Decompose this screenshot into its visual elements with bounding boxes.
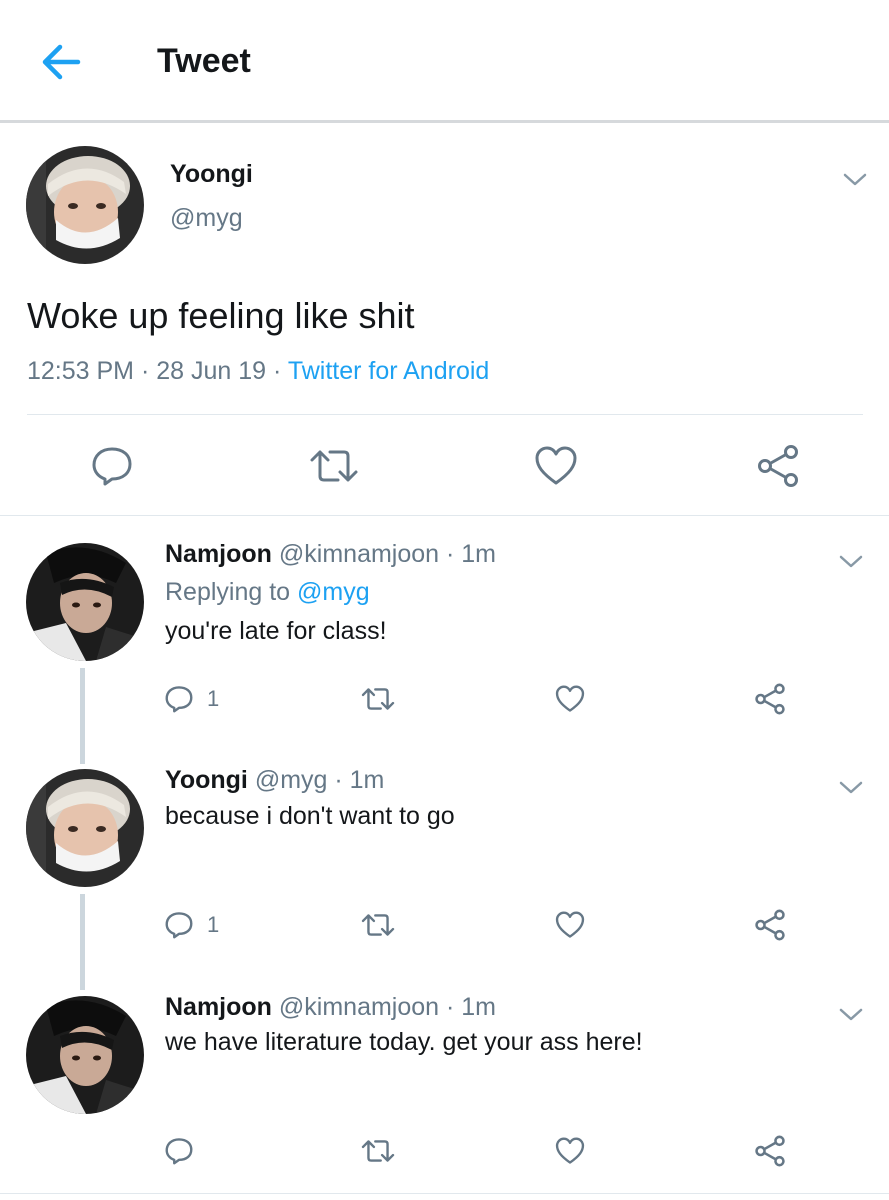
reply-button[interactable] [90,444,134,488]
reply-text: you're late for class! [165,617,387,645]
tweet-time: 12:53 PM [27,357,135,385]
top-bar: Tweet [0,0,889,123]
author-name[interactable]: Yoongi [165,766,248,794]
chevron-down-icon [839,1008,863,1021]
author-handle[interactable]: @myg [170,204,243,233]
share-button[interactable] [756,444,800,488]
tweet-menu-button[interactable] [836,778,866,798]
share-button[interactable] [754,1135,786,1167]
reply-time: 1m [461,993,497,1021]
avatar-photo [26,769,144,887]
author-name[interactable]: Namjoon [165,993,272,1021]
meta-separator: · [266,357,288,385]
chevron-down-icon [839,781,863,794]
arrow-left-icon [42,44,81,80]
heart-icon [555,685,585,712]
thread-connector [80,894,85,990]
reply-text: because i don't want to go [165,802,455,830]
replying-to: Replying to @myg [165,578,370,607]
heart-icon [555,911,585,938]
author-handle[interactable]: @kimnamjoon [279,540,439,568]
retweet-button[interactable] [360,684,396,714]
tweet-text: Woke up feeling like shit [27,295,415,336]
reply-header: Namjoon @kimnamjoon · 1m [165,540,496,569]
reply-button[interactable] [164,1136,194,1166]
heart-icon [555,1137,585,1164]
author-handle[interactable]: @myg [255,766,328,794]
avatar-photo [26,146,144,264]
heart-icon [535,446,577,485]
avatar[interactable] [26,769,144,887]
meta-separator: · [327,766,350,794]
reply-time: 1m [349,766,385,794]
chevron-down-icon [839,555,863,568]
tweet-menu-button[interactable] [840,170,870,190]
avatar[interactable] [26,543,144,661]
page-title: Tweet [157,42,251,80]
retweet-icon [361,1140,395,1162]
author-name[interactable]: Yoongi [170,160,253,189]
like-button[interactable] [555,1136,585,1166]
tweet-date: 28 Jun 19 [156,357,267,385]
meta-separator: · [134,357,157,385]
share-icon [758,445,798,487]
back-button[interactable] [36,36,88,88]
meta-separator: · [439,540,462,568]
share-icon [755,683,785,715]
avatar-photo [26,543,144,661]
tweet-menu-button[interactable] [836,1005,866,1025]
replying-prefix: Replying to [165,578,291,606]
comment-icon [165,912,193,939]
like-button[interactable] [555,910,585,940]
reply-count: 1 [207,686,220,711]
share-button[interactable] [754,909,786,941]
avatar-photo [26,996,144,1114]
replying-to-link[interactable]: @myg [297,578,370,606]
tweet-metadata: 12:53 PM · 28 Jun 19 · Twitter for Andro… [27,357,489,386]
share-icon [755,1135,785,1167]
comment-icon [165,1138,193,1165]
avatar[interactable] [26,146,144,264]
reply-count: 1 [207,912,220,937]
tweet-source-link[interactable]: Twitter for Android [288,357,489,385]
reply-text: we have literature today. get your ass h… [165,1028,643,1056]
divider [0,515,889,516]
reply-header: Yoongi @myg · 1m [165,766,384,795]
retweet-button[interactable] [360,910,396,940]
reply-button[interactable] [164,684,194,714]
retweet-icon [361,688,395,710]
retweet-icon [361,914,395,936]
thread-connector [80,668,85,764]
tweet-menu-button[interactable] [836,552,866,572]
like-button[interactable] [555,684,585,714]
divider [27,414,863,415]
comment-icon [92,447,132,486]
reply-header: Namjoon @kimnamjoon · 1m [165,993,496,1022]
avatar[interactable] [26,996,144,1114]
retweet-button[interactable] [360,1136,396,1166]
author-name[interactable]: Namjoon [165,540,272,568]
meta-separator: · [439,993,462,1021]
author-handle[interactable]: @kimnamjoon [279,993,439,1021]
divider [0,1193,889,1194]
like-button[interactable] [534,444,578,488]
chevron-down-icon [843,173,867,186]
reply-time: 1m [461,540,497,568]
comment-icon [165,686,193,713]
retweet-button[interactable] [308,444,360,488]
share-icon [755,909,785,941]
retweet-icon [310,450,358,482]
reply-button[interactable] [164,910,194,940]
share-button[interactable] [754,683,786,715]
